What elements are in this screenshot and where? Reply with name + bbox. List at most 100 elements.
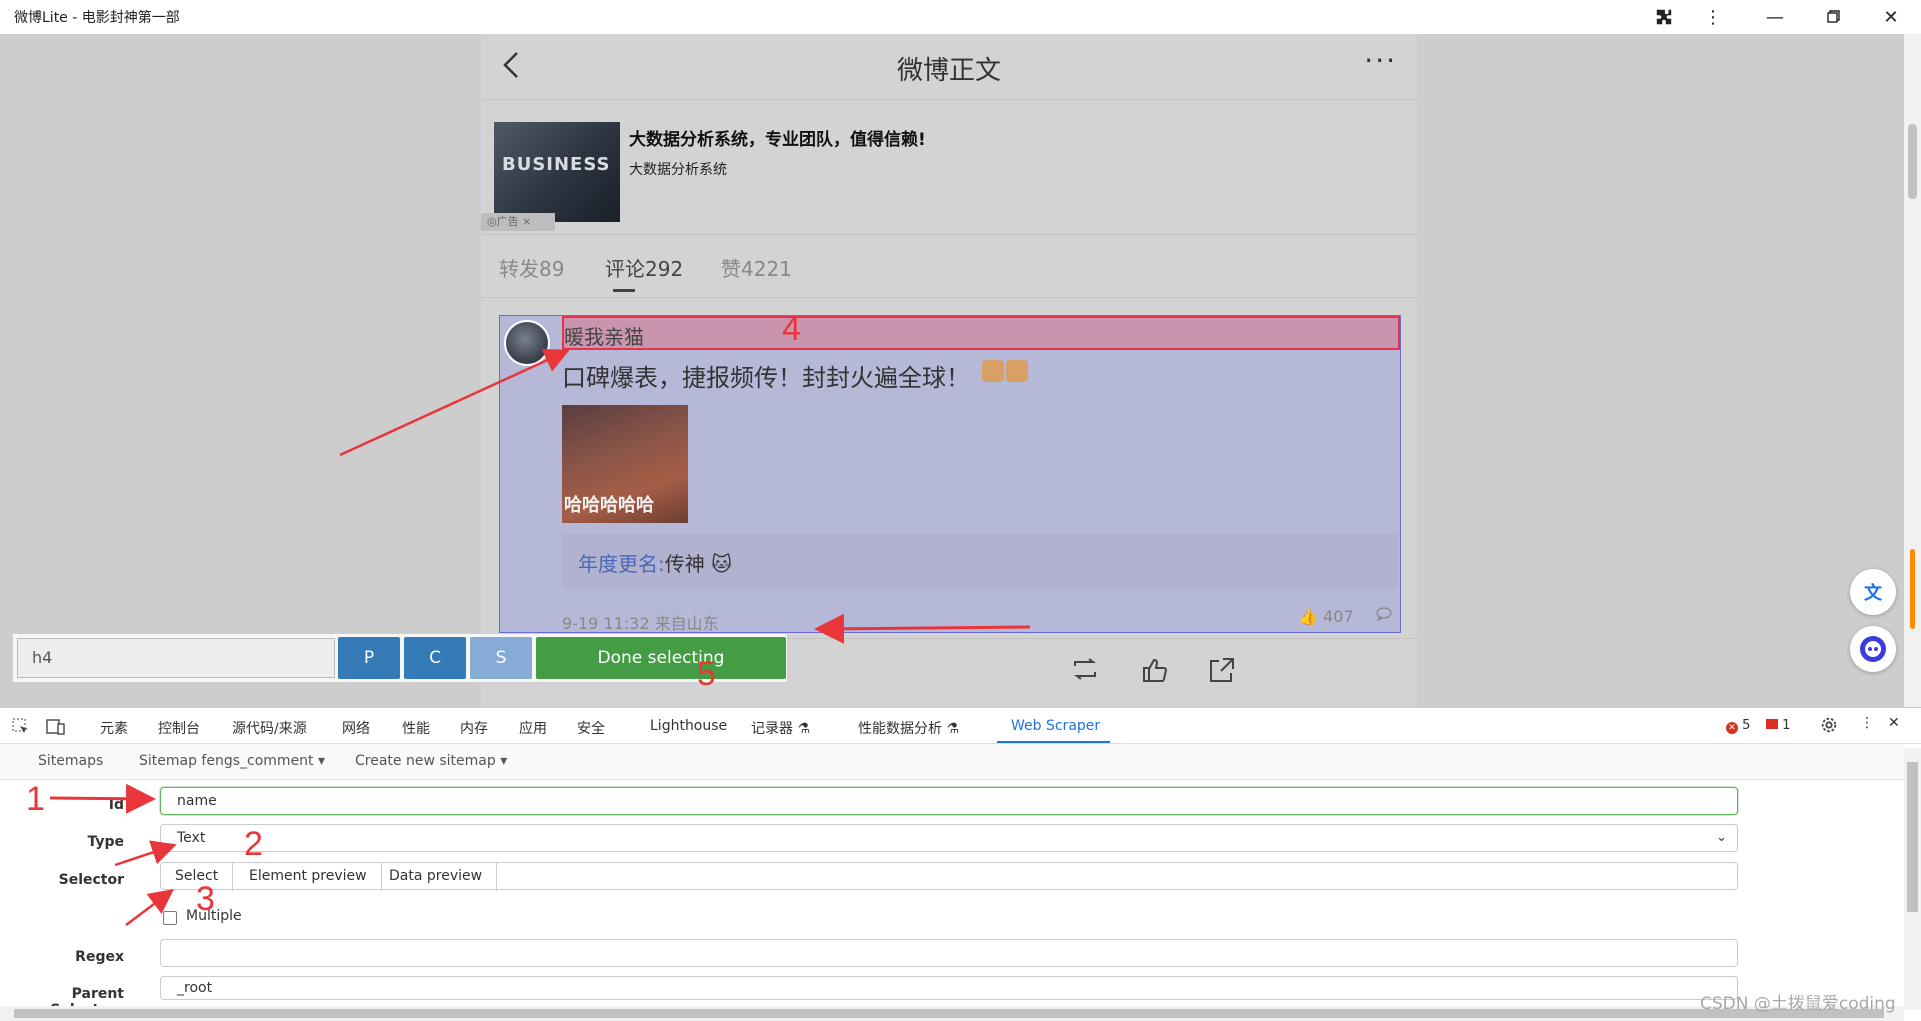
annotation-number: 3 <box>196 880 215 918</box>
done-selecting-button[interactable]: Done selecting <box>536 637 786 679</box>
regex-input[interactable] <box>160 939 1738 967</box>
extension-icon[interactable] <box>1641 0 1687 34</box>
error-icon: ✕ <box>1726 722 1738 734</box>
like-icon[interactable] <box>1141 657 1169 690</box>
page-title: 微博正文 <box>896 56 1001 86</box>
assistant-icon[interactable] <box>1850 626 1896 672</box>
tab-likes[interactable]: 赞4221 <box>721 253 792 282</box>
window-titlebar: 微博Lite - 电影封神第一部 ⋮ — ✕ <box>0 0 1921 34</box>
repost-icon[interactable] <box>1071 657 1099 688</box>
id-input[interactable]: name <box>160 787 1738 815</box>
chevron-down-icon: ⌄ <box>1716 830 1727 845</box>
parent-selector-option[interactable]: _root <box>177 980 212 996</box>
selector-label: Selector <box>58 872 124 888</box>
post-tabs: 转发89 评论292 赞4221 <box>481 234 1417 298</box>
type-select[interactable]: Text ⌄ <box>160 824 1738 852</box>
type-label: Type <box>87 834 124 850</box>
share-icon[interactable] <box>1209 657 1235 690</box>
devtools-scrollbar[interactable] <box>1904 748 1921 1010</box>
tab-performance[interactable]: 性能 <box>402 718 430 738</box>
regex-label: Regex <box>75 949 124 965</box>
comment-reply-icon[interactable] <box>1376 606 1392 625</box>
page-scrollbar[interactable] <box>1904 34 1921 707</box>
tab-network[interactable]: 网络 <box>342 718 370 738</box>
select-parent-button[interactable]: P <box>338 637 400 679</box>
error-count-value: 5 <box>1742 718 1751 733</box>
scrollbar-thumb[interactable] <box>14 1009 1884 1018</box>
inspect-element-icon[interactable] <box>12 718 30 740</box>
comment-item[interactable]: 暖我亲猫 口碑爆表，捷报频传！封封火遍全球！ 哈哈哈哈哈 年度更名:传神 🐱 9… <box>499 315 1401 633</box>
tab-lighthouse[interactable]: Lighthouse <box>650 718 727 734</box>
ad-image-text: BUSINESS <box>502 154 611 175</box>
issue-icon <box>1766 719 1778 729</box>
tab-comments[interactable]: 评论292 <box>605 253 683 282</box>
ad-tag[interactable]: ◎广告 × <box>481 213 555 231</box>
issue-count[interactable]: 1 <box>1766 718 1790 733</box>
close-icon[interactable]: ✕ <box>1868 0 1914 34</box>
maximize-icon[interactable] <box>1810 0 1856 34</box>
scrollbar-thumb[interactable] <box>1908 124 1917 199</box>
annotation-number: 4 <box>782 310 801 348</box>
annotation-number: 5 <box>697 655 716 693</box>
window-title: 微博Lite - 电影封神第一部 <box>14 10 180 26</box>
type-value: Text <box>177 830 206 846</box>
like-count: 407 <box>1323 607 1354 626</box>
selector-toolbar: h4 P C S Done selecting <box>12 633 788 683</box>
tab-elements[interactable]: 元素 <box>100 718 128 738</box>
face-emoji-icon: 🐱 <box>711 552 732 576</box>
selector-field: Select Element preview Data preview <box>160 862 1738 891</box>
menu-dots-icon[interactable]: ⋮ <box>1690 0 1736 34</box>
translate-icon[interactable]: 文 <box>1850 569 1896 615</box>
devtools-hscrollbar[interactable] <box>0 1006 1904 1021</box>
avatar[interactable] <box>504 320 550 366</box>
quote-author[interactable]: 年度更名: <box>578 552 665 576</box>
parent-selectors-list[interactable]: _root <box>160 976 1738 1000</box>
ad-card[interactable]: BUSINESS ◎广告 × 大数据分析系统，专业团队，值得信赖! 大数据分析系… <box>481 109 1417 234</box>
ad-image[interactable]: BUSINESS <box>494 122 620 222</box>
selection-highlight <box>562 316 1400 350</box>
active-tab-indicator <box>613 289 635 292</box>
more-options-icon[interactable]: ··· <box>1364 44 1397 77</box>
comment-text: 口碑爆表，捷报频传！封封火遍全球！ <box>562 364 970 392</box>
tab-application[interactable]: 应用 <box>519 718 547 738</box>
devtools-close-icon[interactable]: ✕ <box>1888 715 1900 731</box>
tab-memory[interactable]: 内存 <box>460 718 488 738</box>
tab-sources[interactable]: 源代码/来源 <box>232 718 307 738</box>
multiple-checkbox[interactable] <box>163 911 177 925</box>
nav-create-sitemap[interactable]: Create new sitemap ▾ <box>355 753 507 769</box>
tab-recorder[interactable]: 记录器 ⚗ <box>751 718 810 738</box>
settings-gear-icon[interactable] <box>1820 716 1838 738</box>
data-preview-button[interactable]: Data preview <box>375 863 498 891</box>
nav-sitemaps[interactable]: Sitemaps <box>38 753 103 769</box>
tab-console[interactable]: 控制台 <box>158 718 200 738</box>
minimize-icon[interactable]: — <box>1752 0 1798 34</box>
ad-title[interactable]: 大数据分析系统，专业团队，值得信赖! <box>629 125 926 150</box>
error-count[interactable]: ✕ 5 <box>1726 718 1750 734</box>
selector-input[interactable]: h4 <box>17 638 335 678</box>
nav-sitemap-dropdown[interactable]: Sitemap fengs_comment ▾ <box>139 753 325 769</box>
scroll-position-marker <box>1910 549 1915 629</box>
reply-quote[interactable]: 年度更名:传神 🐱 <box>562 534 1398 589</box>
annotation-number: 2 <box>244 825 263 863</box>
tab-reposts[interactable]: 转发89 <box>499 253 564 282</box>
image-caption: 哈哈哈哈哈 <box>564 495 654 516</box>
webscraper-nav: Sitemaps Sitemap fengs_comment ▾ Create … <box>0 744 1904 780</box>
active-tab-indicator <box>997 741 1110 743</box>
select-children-button[interactable]: C <box>404 637 466 679</box>
scrollbar-thumb[interactable] <box>1907 762 1918 912</box>
issue-count-value: 1 <box>1782 718 1791 733</box>
element-preview-button[interactable]: Element preview <box>235 863 382 891</box>
comment-author[interactable]: 暖我亲猫 <box>564 321 644 350</box>
thumbs-up-emoji-icon <box>982 360 1004 382</box>
select-sibling-button[interactable]: S <box>470 637 532 679</box>
tab-web-scraper[interactable]: Web Scraper <box>1011 718 1100 734</box>
tab-performance-insights[interactable]: 性能数据分析 ⚗ <box>858 718 959 738</box>
device-toolbar-icon[interactable] <box>46 718 66 740</box>
watermark: CSDN @土拨鼠爱coding <box>1700 994 1896 1014</box>
annotation-number: 1 <box>26 780 45 818</box>
devtools-menu-icon[interactable]: ⋮ <box>1860 715 1874 731</box>
comment-meta: 9-19 11:32 来自山东 <box>562 614 719 633</box>
tab-security[interactable]: 安全 <box>577 718 605 738</box>
comment-like-button[interactable]: 👍 407 <box>1298 607 1354 626</box>
comment-image[interactable]: 哈哈哈哈哈 <box>562 405 688 523</box>
